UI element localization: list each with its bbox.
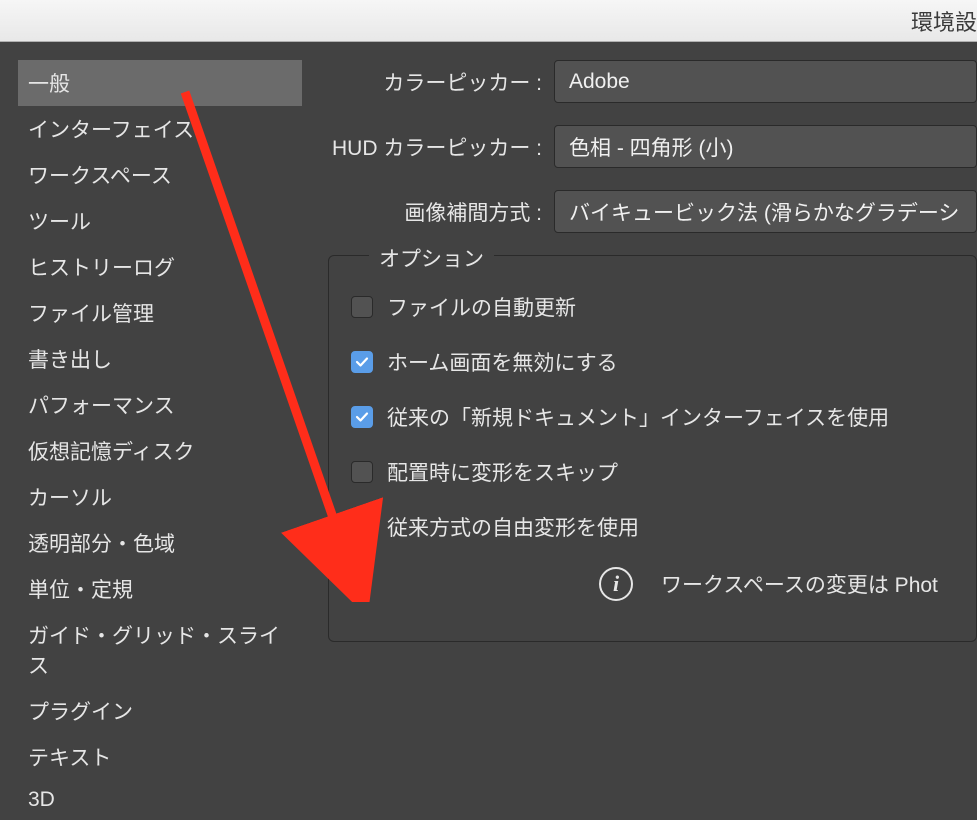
window-title: 環境設 — [911, 5, 977, 37]
checkbox-label: 従来方式の自由変形を使用 — [387, 512, 639, 542]
sidebar-item[interactable]: カーソル — [18, 474, 302, 520]
checkbox[interactable] — [351, 351, 373, 373]
sidebar-item[interactable]: 3D — [18, 780, 302, 820]
workspace-change-info: ワークスペースの変更は Phot — [661, 569, 938, 599]
checkbox[interactable] — [351, 296, 373, 318]
checkbox-label: 配置時に変形をスキップ — [387, 457, 618, 487]
checkbox-label: ホーム画面を無効にする — [387, 347, 618, 377]
sidebar-item[interactable]: 単位・定規 — [18, 566, 302, 612]
checkbox-row: 配置時に変形をスキップ — [351, 457, 966, 487]
sidebar-item[interactable]: ツール — [18, 198, 302, 244]
info-icon: i — [599, 567, 633, 601]
window-titlebar: 環境設 — [0, 0, 977, 42]
color-picker-label: カラーピッカー : — [322, 67, 554, 97]
sidebar-item[interactable]: ガイド・グリッド・スライス — [18, 612, 302, 688]
sidebar-item[interactable]: インターフェイス — [18, 106, 302, 152]
sidebar-item[interactable]: 透明部分・色域 — [18, 520, 302, 566]
checkbox[interactable] — [351, 406, 373, 428]
sidebar-item[interactable]: ヒストリーログ — [18, 244, 302, 290]
checkbox[interactable] — [351, 516, 373, 538]
preferences-sidebar: 一般インターフェイスワークスペースツールヒストリーログファイル管理書き出しパフォ… — [0, 42, 302, 696]
options-legend: オプション — [369, 243, 494, 273]
checkbox-row: 従来の「新規ドキュメント」インターフェイスを使用 — [351, 402, 966, 432]
checkbox-row: ファイルの自動更新 — [351, 292, 966, 322]
checkbox[interactable] — [351, 461, 373, 483]
sidebar-item[interactable]: テキスト — [18, 734, 302, 780]
checkbox-label: ファイルの自動更新 — [387, 292, 576, 322]
interpolation-label: 画像補間方式 : — [322, 197, 554, 227]
sidebar-item[interactable]: 一般 — [18, 60, 302, 106]
preferences-main: カラーピッカー : Adobe HUD カラーピッカー : 色相 - 四角形 (… — [302, 42, 977, 696]
checkbox-row: ホーム画面を無効にする — [351, 347, 966, 377]
options-group: オプション ファイルの自動更新ホーム画面を無効にする従来の「新規ドキュメント」イ… — [328, 255, 977, 642]
color-picker-select[interactable]: Adobe — [554, 60, 977, 103]
sidebar-item[interactable]: プラグイン — [18, 688, 302, 734]
checkbox-row: 従来方式の自由変形を使用 — [351, 512, 966, 542]
hud-picker-select[interactable]: 色相 - 四角形 (小) — [554, 125, 977, 168]
interpolation-select[interactable]: バイキュービック法 (滑らかなグラデーシ — [554, 190, 977, 233]
sidebar-item[interactable]: 書き出し — [18, 336, 302, 382]
checkbox-label: 従来の「新規ドキュメント」インターフェイスを使用 — [387, 402, 889, 432]
sidebar-item[interactable]: パフォーマンス — [18, 382, 302, 428]
sidebar-item[interactable]: ファイル管理 — [18, 290, 302, 336]
hud-picker-label: HUD カラーピッカー : — [322, 132, 554, 162]
sidebar-item[interactable]: ワークスペース — [18, 152, 302, 198]
sidebar-item[interactable]: 仮想記憶ディスク — [18, 428, 302, 474]
